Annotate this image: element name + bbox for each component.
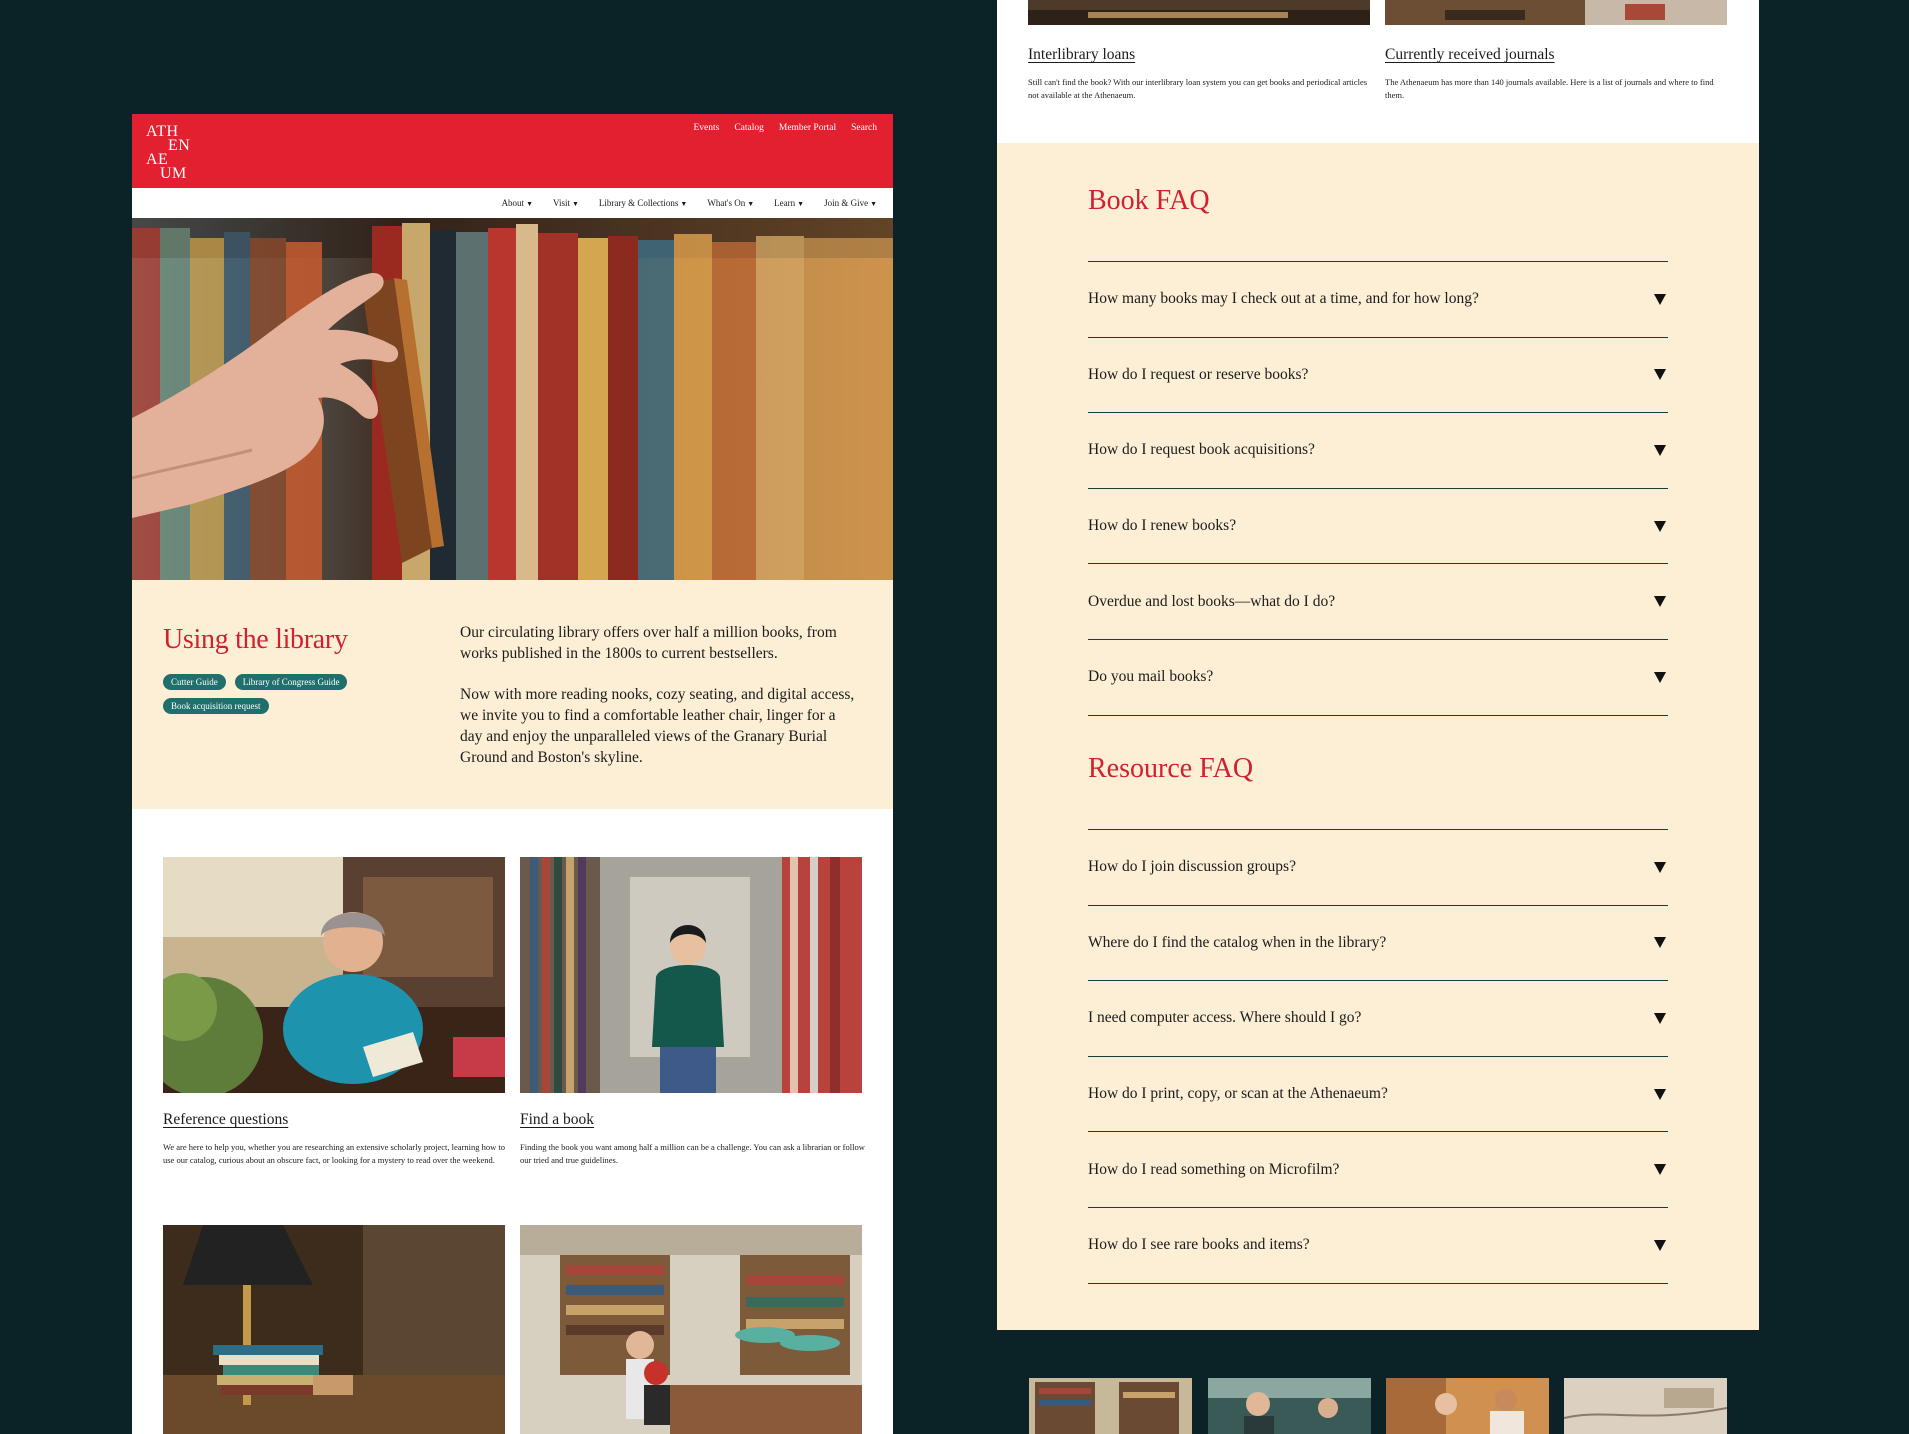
utility-nav: Events Catalog Member Portal Search (693, 123, 877, 133)
intro-paragraph: Now with more reading nooks, cozy seatin… (460, 686, 855, 766)
faq-item[interactable]: How do I join discussion groups? (1088, 830, 1668, 906)
intro-section: Using the library Cutter Guide Library o… (132, 580, 893, 809)
card-description: Finding the book you want among half a m… (520, 1142, 865, 1165)
nav-label: Library & Collections (598, 198, 679, 208)
resource-faq-heading: Resource FAQ (1088, 753, 1254, 784)
card-description: The Athenaeum has more than 140 journals… (1385, 77, 1714, 100)
nav-item-whats-on[interactable]: What's On ▼ (707, 198, 754, 208)
nav-label: Visit (553, 198, 570, 208)
card-title-currently-received-journals[interactable]: Currently received journals (1385, 46, 1555, 64)
faq-item[interactable]: How many books may I check out at a time… (1088, 262, 1668, 338)
nav-label: Join & Give (824, 198, 869, 208)
caret-down-icon: ▼ (680, 200, 688, 208)
interlibrary-photo (1028, 0, 1370, 25)
thumbnail-bookshelves[interactable] (1029, 1378, 1192, 1434)
thumbnail-conversation[interactable] (1386, 1378, 1549, 1434)
resource-faq-list: How do I join discussion groups? Where d… (1088, 829, 1668, 1284)
triangle-down-icon[interactable] (1654, 861, 1666, 873)
triangle-down-icon[interactable] (1654, 369, 1666, 381)
nav-item-library-collections[interactable]: Library & Collections ▼ (599, 198, 687, 208)
triangle-down-icon[interactable] (1654, 444, 1666, 456)
triangle-down-icon[interactable] (1654, 937, 1666, 949)
librarian-photo (163, 857, 505, 1093)
faq-question: How do I print, copy, or scan at the Ath… (1088, 1085, 1388, 1103)
faq-question: Where do I find the catalog when in the … (1088, 933, 1387, 951)
hero-image (132, 218, 893, 580)
book-faq-heading: Book FAQ (1088, 185, 1210, 216)
nav-label: What's On (707, 198, 746, 208)
lamp-photo (163, 1225, 505, 1434)
guide-tags: Cutter Guide Library of Congress Guide B… (163, 674, 393, 714)
card-description: Still can't find the book? With our inte… (1028, 77, 1368, 100)
nav-label: About (501, 198, 525, 208)
faq-question: I need computer access. Where should I g… (1088, 1009, 1362, 1027)
utility-link-events[interactable]: Events (693, 123, 719, 133)
faq-page-mockup: Interlibrary loans Still can't find the … (997, 0, 1759, 1330)
faq-question: How do I see rare books and items? (1088, 1236, 1310, 1254)
faq-item[interactable]: I need computer access. Where should I g… (1088, 981, 1668, 1057)
utility-link-catalog[interactable]: Catalog (734, 123, 764, 133)
faq-item[interactable]: Do you mail books? (1088, 640, 1668, 716)
caret-down-icon: ▼ (797, 200, 805, 208)
triangle-down-icon[interactable] (1654, 1012, 1666, 1024)
triangle-down-icon[interactable] (1654, 671, 1666, 683)
card-title-interlibrary-loans[interactable]: Interlibrary loans (1028, 46, 1135, 64)
thumbnail-manuscript[interactable] (1564, 1378, 1727, 1434)
faq-item[interactable]: How do I see rare books and items? (1088, 1208, 1668, 1284)
triangle-down-icon[interactable] (1654, 293, 1666, 305)
triangle-down-icon[interactable] (1654, 596, 1666, 608)
intro-text: Our circulating library offers over half… (460, 622, 860, 788)
faq-item[interactable]: How do I read something on Microfilm? (1088, 1132, 1668, 1208)
faq-item[interactable]: How do I renew books? (1088, 489, 1668, 565)
athenaeum-logo[interactable]: ATH EN AE UM (146, 122, 206, 182)
utility-link-search[interactable]: Search (851, 123, 877, 133)
card-title[interactable]: Find a book (520, 1111, 594, 1129)
nav-item-join-give[interactable]: Join & Give ▼ (824, 198, 877, 208)
card-title[interactable]: Reference questions (163, 1111, 288, 1129)
faq-question: Do you mail books? (1088, 668, 1214, 686)
tag-library-of-congress-guide[interactable]: Library of Congress Guide (234, 674, 348, 690)
thumbnail-people-reading[interactable] (1208, 1378, 1371, 1434)
triangle-down-icon[interactable] (1654, 520, 1666, 532)
stacks-photo (520, 857, 862, 1093)
faq-item[interactable]: Where do I find the catalog when in the … (1088, 906, 1668, 982)
triangle-down-icon[interactable] (1654, 1164, 1666, 1176)
caret-down-icon: ▼ (747, 200, 755, 208)
top-cards: Interlibrary loans Still can't find the … (997, 0, 1759, 143)
tag-book-acquisition-request[interactable]: Book acquisition request (163, 698, 269, 714)
utility-link-member-portal[interactable]: Member Portal (779, 123, 836, 133)
caret-down-icon: ▼ (870, 200, 877, 208)
faq-question: How do I join discussion groups? (1088, 858, 1296, 876)
site-header: ATH EN AE UM Events Catalog Member Porta… (132, 114, 893, 188)
nav-label: Learn (774, 198, 796, 208)
page-title: Using the library (163, 624, 348, 655)
triangle-down-icon[interactable] (1654, 1239, 1666, 1251)
faq-item[interactable]: How do I request or reserve books? (1088, 338, 1668, 414)
faq-question: How many books may I check out at a time… (1088, 290, 1479, 308)
library-page-mockup: ATH EN AE UM Events Catalog Member Porta… (132, 114, 893, 1434)
reading-room-photo (520, 1225, 862, 1434)
faq-question: How do I read something on Microfilm? (1088, 1160, 1340, 1178)
main-nav: About ▼ Visit ▼ Library & Collections ▼ Wha… (132, 188, 893, 218)
faq-question: How do I renew books? (1088, 517, 1237, 535)
journals-photo (1385, 0, 1727, 25)
tag-cutter-guide[interactable]: Cutter Guide (163, 674, 226, 690)
triangle-down-icon[interactable] (1654, 1088, 1666, 1100)
faq-item[interactable]: How do I print, copy, or scan at the Ath… (1088, 1057, 1668, 1133)
faq-question: How do I request or reserve books? (1088, 365, 1309, 383)
faq-item[interactable]: How do I request book acquisitions? (1088, 413, 1668, 489)
book-faq-list: How many books may I check out at a time… (1088, 261, 1668, 716)
faq-question: Overdue and lost books—what do I do? (1088, 592, 1336, 610)
caret-down-icon: ▼ (571, 200, 579, 208)
faq-question: How do I request book acquisitions? (1088, 441, 1315, 459)
caret-down-icon: ▼ (526, 200, 533, 208)
card-description: We are here to help you, whether you are… (163, 1142, 506, 1165)
faq-item[interactable]: Overdue and lost books—what do I do? (1088, 564, 1668, 640)
nav-item-learn[interactable]: Learn ▼ (774, 198, 804, 208)
intro-paragraph: Our circulating library offers over half… (460, 624, 837, 662)
nav-item-visit[interactable]: Visit ▼ (553, 198, 579, 208)
nav-item-about[interactable]: About ▼ (502, 198, 533, 208)
